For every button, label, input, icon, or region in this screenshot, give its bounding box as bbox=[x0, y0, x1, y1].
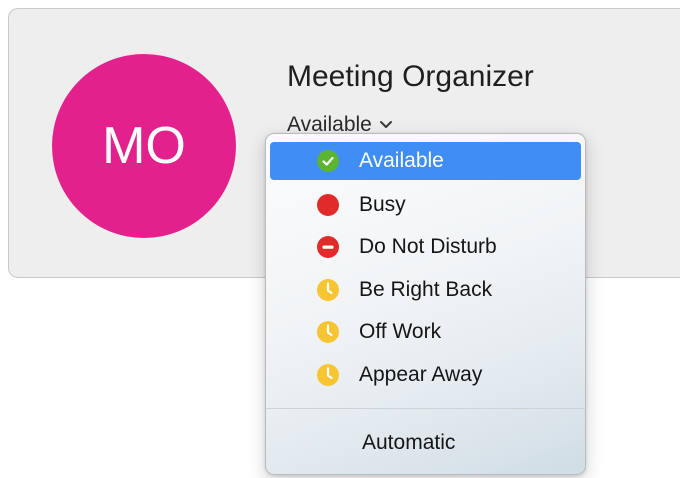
profile-name: Meeting Organizer bbox=[287, 60, 534, 93]
stage: MO Meeting Organizer Available Available… bbox=[0, 0, 680, 478]
status-item-label: Do Not Disturb bbox=[359, 235, 497, 258]
status-item-label: Automatic bbox=[362, 431, 456, 454]
status-menu: Available Busy Do Not Disturb Be Right B… bbox=[265, 133, 586, 475]
clock-icon bbox=[317, 321, 339, 343]
status-item-label: Appear Away bbox=[359, 363, 483, 386]
status-item-label: Busy bbox=[359, 193, 406, 216]
do-not-disturb-icon bbox=[317, 236, 339, 258]
busy-dot-icon bbox=[317, 194, 339, 216]
avatar-initials: MO bbox=[102, 117, 186, 175]
available-check-icon bbox=[317, 150, 339, 172]
clock-icon bbox=[317, 279, 339, 301]
status-item-label: Be Right Back bbox=[359, 278, 493, 301]
avatar: MO bbox=[52, 54, 236, 238]
status-item-available[interactable]: Available bbox=[270, 142, 581, 180]
status-item-label: Off Work bbox=[359, 320, 442, 343]
menu-separator bbox=[266, 408, 585, 409]
status-item-label: Available bbox=[359, 149, 444, 172]
status-item-appear-away[interactable]: Appear Away bbox=[270, 356, 581, 394]
status-item-do-not-disturb[interactable]: Do Not Disturb bbox=[270, 228, 581, 266]
status-item-automatic[interactable]: Automatic bbox=[270, 424, 581, 462]
chevron-down-icon bbox=[379, 121, 392, 128]
status-item-off-work[interactable]: Off Work bbox=[270, 313, 581, 351]
status-item-busy[interactable]: Busy bbox=[270, 186, 581, 224]
status-item-be-right-back[interactable]: Be Right Back bbox=[270, 271, 581, 309]
clock-icon bbox=[317, 364, 339, 386]
